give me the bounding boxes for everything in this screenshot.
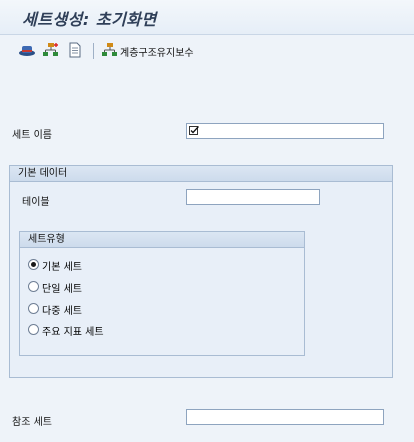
document-icon[interactable]: [66, 42, 84, 58]
hat-icon[interactable]: [18, 42, 36, 58]
toolbar-separator: [93, 43, 94, 59]
radio-button[interactable]: [28, 303, 39, 314]
title-bar: 세트생성: 초기화면: [0, 0, 414, 35]
page-title: 세트생성: 초기화면: [22, 10, 157, 29]
reference-set-label: 참조 세트: [12, 417, 52, 428]
hierarchy-maintenance-button[interactable]: 계층구조유지보수: [120, 44, 194, 59]
table-label: 테이블: [22, 197, 50, 208]
set-type-title: 세트유형: [20, 232, 304, 248]
set-name-field[interactable]: [186, 123, 384, 139]
set-name-label: 세트 이름: [12, 130, 52, 141]
reference-set-field[interactable]: [186, 409, 384, 425]
basic-data-title: 기본 데이터: [10, 166, 392, 182]
application-toolbar: 계층구조유지보수: [0, 35, 414, 65]
radio-button[interactable]: [28, 324, 39, 335]
hierarchy-add-icon[interactable]: [42, 42, 60, 58]
required-entry-icon: [189, 126, 199, 135]
radio-button[interactable]: [28, 281, 39, 292]
radio-button[interactable]: [28, 259, 39, 270]
table-field[interactable]: [186, 189, 320, 205]
hierarchy-icon[interactable]: [101, 42, 119, 58]
